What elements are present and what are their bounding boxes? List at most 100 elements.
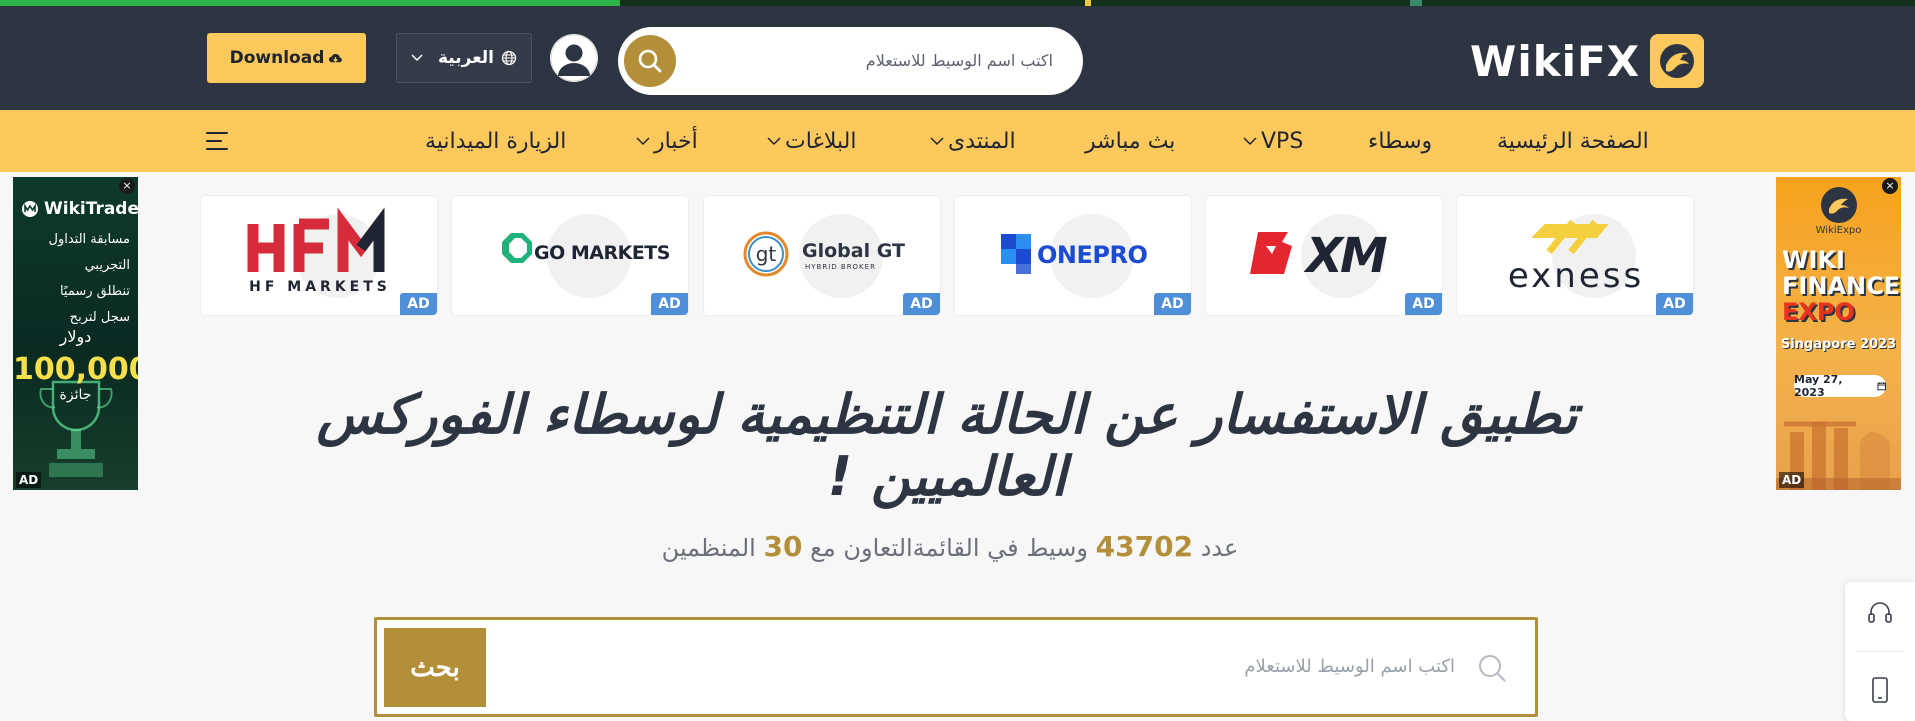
calendar-icon (1877, 382, 1886, 391)
nav-vps[interactable]: VPS (1243, 110, 1303, 172)
user-icon (550, 34, 598, 82)
nav-brokers-label: وسطاء (1368, 128, 1433, 154)
left-ad-line: تنطلق رسميًا (59, 284, 130, 299)
left-side-ad[interactable]: × WikiTrade مسابقة التداول التجريبي تنطل… (13, 177, 138, 490)
left-ad-currency: دولار (59, 327, 92, 346)
page-title-line: تطبيق الاستفسار عن الحالة التنظيمية لوسط… (316, 383, 1578, 446)
nav-forum[interactable]: المنتدى (930, 110, 1016, 172)
broker-card-globalgt[interactable]: gt HYBRID BROKER Global GT AD (703, 195, 941, 316)
broker-card-onepro[interactable]: ONEPRO AD (954, 195, 1192, 316)
stats-middle: وسيط في القائمةالتعاون مع (810, 534, 1088, 562)
headset-icon[interactable] (1867, 600, 1893, 626)
header-search[interactable]: اكتب اسم الوسيط للاستعلام (618, 27, 1083, 95)
broker-card-xm[interactable]: XM AD (1205, 195, 1443, 316)
language-label: العربية (437, 48, 494, 68)
wikiexpo-brand: WikiExpo (1815, 225, 1862, 236)
search-icon (1479, 655, 1506, 682)
expo-location: Singapore 2023 (1780, 337, 1897, 352)
nav-live-label: بث مباشر (1085, 128, 1176, 154)
chevron-down-icon (767, 136, 781, 145)
wikitrade-logo-icon (22, 201, 38, 217)
wikitrade-brand: WikiTrade (21, 199, 138, 219)
logo-text: WikiFX (1470, 36, 1641, 86)
broker-name: Global GT (802, 240, 905, 262)
broker-name: XM (1306, 228, 1388, 284)
nav-reports[interactable]: البلاغات (767, 110, 857, 172)
floating-toolbar (1845, 582, 1915, 721)
left-ad-amount: 100,000 (13, 352, 138, 387)
left-ad-line: مسابقة التداول (48, 232, 130, 247)
broker-name: exness (1507, 256, 1645, 296)
expo-title-line: FINANCE (1782, 272, 1901, 300)
header-search-input[interactable]: اكتب اسم الوسيط للاستعلام (866, 27, 1053, 95)
download-button[interactable]: Download (207, 33, 366, 83)
left-ad-prize: جائزة (59, 387, 92, 403)
left-ad-lines: مسابقة التداول التجريبي تنطلق رسميًا سجل… (20, 227, 130, 331)
broker-count: 43702 (1095, 530, 1194, 563)
chevron-down-icon (636, 136, 650, 145)
expo-title-line: EXPO (1782, 298, 1855, 326)
expo-title-line: WIKI (1782, 246, 1845, 274)
divider (1857, 651, 1903, 652)
ad-tag: AD (1779, 472, 1805, 488)
nav-brokers[interactable]: وسطاء (1368, 110, 1432, 172)
ad-badge: AD (1154, 293, 1191, 315)
main-navigation: الصفحة الرئيسية وسطاء VPS بث مباشر المنت… (0, 110, 1915, 172)
expo-date-pill: May 27, 2023 (1794, 373, 1886, 399)
nav-forum-label: المنتدى (948, 128, 1016, 154)
broker-stats: عدد 43702 وسيط في القائمةالتعاون مع 30 ا… (600, 530, 1300, 563)
regulator-count: 30 (763, 530, 803, 563)
stats-prefix: عدد (1200, 534, 1239, 562)
nav-field-visit[interactable]: الزيارة الميدانية (425, 110, 566, 172)
nav-home-label: الصفحة الرئيسية (1497, 128, 1649, 154)
right-side-ad[interactable]: × WikiExpo WIKI FINANCE EXPO Singapore 2… (1776, 177, 1901, 490)
ad-tag: AD (16, 472, 42, 488)
close-icon[interactable]: × (119, 178, 135, 194)
stats-suffix: المنظمين (661, 534, 756, 562)
header-search-button[interactable] (624, 35, 676, 87)
broker-card-hfmarkets[interactable]: HF MARKETS AD (200, 195, 438, 316)
wikifx-logo[interactable]: WikiFX (1470, 32, 1705, 90)
globe-icon (501, 50, 517, 66)
menu-icon[interactable] (205, 130, 229, 152)
mobile-phone-icon[interactable] (1869, 676, 1891, 704)
expo-date: May 27, 2023 (1794, 373, 1843, 399)
chevron-down-icon (411, 54, 423, 62)
broker-card-exness[interactable]: exness AD (1456, 195, 1694, 316)
ad-badge: AD (1656, 293, 1693, 315)
page-title-line: العالميين ! (827, 445, 1067, 508)
wiki-finance-expo-title: WIKI FINANCE EXPO (1782, 247, 1900, 325)
page-title: تطبيق الاستفسار عن الحالة التنظيمية لوسط… (200, 384, 1694, 508)
nav-news-label: أخبار (654, 128, 698, 154)
eagle-logo-icon (1650, 34, 1705, 88)
site-header: Download العربية اكتب اسم الوسيط للاستعل… (0, 6, 1915, 110)
nav-field-visit-label: الزيارة الميدانية (425, 128, 567, 154)
search-icon (638, 49, 662, 73)
svg-text:gt: gt (756, 242, 777, 266)
left-ad-line: التجريبي (84, 258, 130, 273)
nav-news[interactable]: أخبار (636, 110, 698, 172)
broker-card-gomarkets[interactable]: GO MARKETS AD (451, 195, 689, 316)
chevron-down-icon (1243, 136, 1257, 145)
main-search-box: بحث اكتب اسم الوسيط للاستعلام (374, 617, 1538, 717)
ad-badge: AD (651, 293, 688, 315)
user-avatar[interactable] (550, 34, 598, 82)
nav-reports-label: البلاغات (785, 128, 857, 154)
chevron-down-icon (930, 136, 944, 145)
main-search-input[interactable]: اكتب اسم الوسيط للاستعلام (1244, 620, 1455, 714)
cloud-download-icon (329, 53, 343, 62)
svg-text:HYBRID BROKER: HYBRID BROKER (805, 263, 876, 271)
nav-home[interactable]: الصفحة الرئيسية (1497, 110, 1649, 172)
search-button[interactable]: بحث (384, 628, 486, 707)
broker-name: GO MARKETS (534, 242, 670, 264)
close-icon[interactable]: × (1882, 178, 1898, 194)
wikitrade-brand-text: WikiTrade (44, 199, 138, 219)
download-label: Download (229, 48, 325, 68)
nav-vps-label: VPS (1261, 128, 1304, 154)
wikiexpo-logo-icon (1821, 187, 1857, 223)
broker-ad-row: HF MARKETS AD GO MARKETS AD gt HYBRID BR… (200, 195, 1694, 316)
nav-live[interactable]: بث مباشر (1085, 110, 1175, 172)
ad-badge: AD (1405, 293, 1442, 315)
language-selector[interactable]: العربية (396, 33, 532, 83)
broker-name: ONEPRO (1037, 241, 1148, 269)
